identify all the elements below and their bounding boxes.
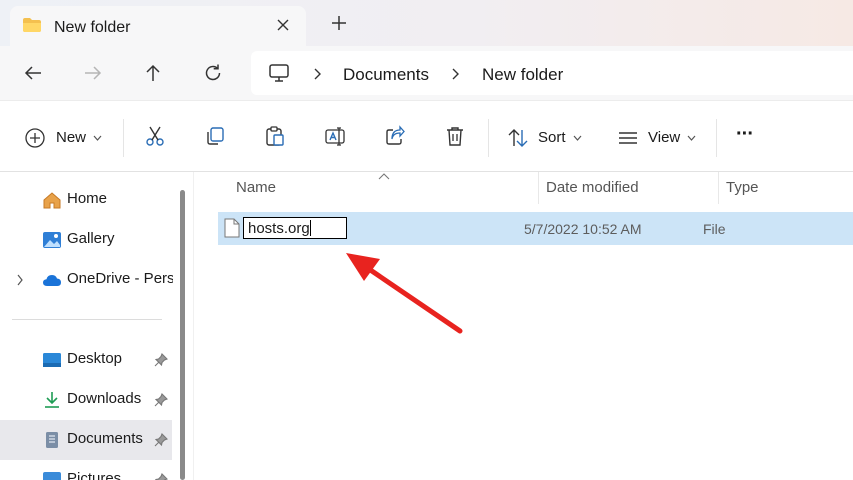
navigation-pane: Home Gallery OneDrive - Perso Desktop Do… bbox=[0, 172, 190, 480]
refresh-icon[interactable] bbox=[202, 62, 224, 84]
sidebar-item-label: Downloads bbox=[67, 390, 142, 407]
annotation-arrow bbox=[346, 253, 463, 334]
sort-button[interactable]: Sort bbox=[507, 125, 585, 151]
rename-icon bbox=[325, 127, 345, 146]
column-divider[interactable] bbox=[538, 172, 539, 204]
desktop-icon bbox=[43, 353, 61, 367]
column-header-type[interactable]: Type bbox=[726, 179, 759, 196]
delete-button[interactable] bbox=[444, 125, 466, 151]
sidebar-item-label: OneDrive - Perso bbox=[67, 270, 173, 287]
trash-icon bbox=[447, 127, 463, 146]
sidebar-item-downloads[interactable]: Downloads bbox=[0, 380, 172, 420]
sidebar-item-home[interactable]: Home bbox=[0, 180, 172, 220]
address-bar[interactable]: Documents New folder bbox=[251, 51, 853, 95]
close-tab-icon[interactable] bbox=[275, 17, 291, 33]
sidebar-item-label: Documents bbox=[67, 430, 143, 447]
plus-circle-icon bbox=[25, 128, 45, 148]
sort-icon bbox=[508, 129, 528, 147]
sidebar-divider bbox=[12, 319, 162, 320]
file-date-modified: 5/7/2022 10:52 AM bbox=[524, 221, 642, 237]
sidebar-item-label: Desktop bbox=[67, 350, 123, 367]
pin-icon[interactable] bbox=[154, 473, 168, 480]
scissors-icon bbox=[146, 126, 164, 146]
new-label: New bbox=[56, 129, 87, 146]
sort-label: Sort bbox=[538, 129, 566, 146]
new-button[interactable]: New bbox=[24, 125, 104, 151]
forward-arrow-icon[interactable] bbox=[82, 62, 104, 84]
more-icon: ··· bbox=[736, 123, 754, 145]
share-icon bbox=[386, 125, 405, 145]
pin-icon[interactable] bbox=[154, 353, 168, 367]
tab-title: New folder bbox=[54, 19, 131, 36]
file-list: Name Date modified Type hosts.org 5/7/20… bbox=[193, 172, 853, 480]
chevron-down-icon bbox=[573, 135, 582, 141]
table-row[interactable]: hosts.org 5/7/2022 10:52 AM File bbox=[218, 212, 853, 245]
share-button[interactable] bbox=[384, 125, 406, 151]
chevron-right-icon[interactable] bbox=[451, 68, 461, 80]
new-tab-icon[interactable] bbox=[330, 14, 348, 32]
gallery-icon bbox=[43, 232, 61, 248]
paste-button[interactable] bbox=[264, 125, 286, 151]
downloads-icon bbox=[45, 392, 59, 408]
copy-button[interactable] bbox=[204, 125, 226, 151]
back-arrow-icon[interactable] bbox=[22, 62, 44, 84]
sidebar-item-pictures[interactable]: Pictures bbox=[0, 460, 172, 480]
sidebar-item-documents[interactable]: Documents bbox=[0, 420, 172, 460]
sort-ascending-icon bbox=[378, 173, 390, 180]
toolbar-divider bbox=[123, 119, 124, 157]
sidebar-item-gallery[interactable]: Gallery bbox=[0, 220, 172, 260]
pictures-icon bbox=[43, 472, 61, 480]
sidebar-item-onedrive[interactable]: OneDrive - Perso bbox=[0, 260, 173, 300]
column-header-name[interactable]: Name bbox=[236, 179, 276, 196]
view-label: View bbox=[648, 129, 681, 146]
view-button[interactable]: View bbox=[617, 125, 699, 151]
paste-icon bbox=[266, 126, 284, 146]
chevron-down-icon bbox=[93, 135, 102, 141]
cut-button[interactable] bbox=[144, 125, 166, 151]
text-cursor bbox=[309, 220, 311, 236]
rename-button[interactable] bbox=[324, 125, 346, 151]
this-pc-icon bbox=[269, 64, 289, 82]
tab-new-folder[interactable]: New folder bbox=[10, 6, 306, 46]
file-name: hosts.org bbox=[248, 220, 310, 237]
documents-icon bbox=[46, 432, 58, 448]
file-icon bbox=[224, 218, 240, 238]
pin-icon[interactable] bbox=[154, 433, 168, 447]
column-divider[interactable] bbox=[718, 172, 719, 204]
column-header-date-modified[interactable]: Date modified bbox=[546, 179, 639, 196]
sidebar-item-label: Home bbox=[67, 190, 108, 207]
see-more-button[interactable]: ··· bbox=[736, 123, 760, 151]
toolbar-divider bbox=[716, 119, 717, 157]
onedrive-icon bbox=[43, 275, 61, 286]
sidebar-scrollbar[interactable] bbox=[180, 190, 185, 480]
chevron-right-icon[interactable] bbox=[313, 68, 323, 80]
rename-input[interactable]: hosts.org bbox=[243, 217, 347, 239]
sidebar-item-label: Pictures bbox=[67, 470, 122, 480]
sidebar-item-desktop[interactable]: Desktop bbox=[0, 340, 172, 380]
view-list-icon bbox=[619, 132, 637, 144]
title-bar: New folder bbox=[0, 0, 853, 46]
home-icon bbox=[43, 192, 61, 209]
command-bar: New Sort View ··· bbox=[0, 100, 853, 172]
copy-icon bbox=[207, 127, 224, 145]
folder-icon bbox=[23, 18, 41, 32]
file-type: File bbox=[703, 221, 726, 237]
up-arrow-icon[interactable] bbox=[142, 62, 164, 84]
toolbar-divider bbox=[488, 119, 489, 157]
breadcrumb-new-folder[interactable]: New folder bbox=[482, 65, 563, 85]
chevron-right-icon[interactable] bbox=[16, 274, 24, 286]
chevron-down-icon bbox=[687, 135, 696, 141]
pin-icon[interactable] bbox=[154, 393, 168, 407]
breadcrumb-documents[interactable]: Documents bbox=[343, 65, 429, 85]
sidebar-item-label: Gallery bbox=[67, 230, 115, 247]
